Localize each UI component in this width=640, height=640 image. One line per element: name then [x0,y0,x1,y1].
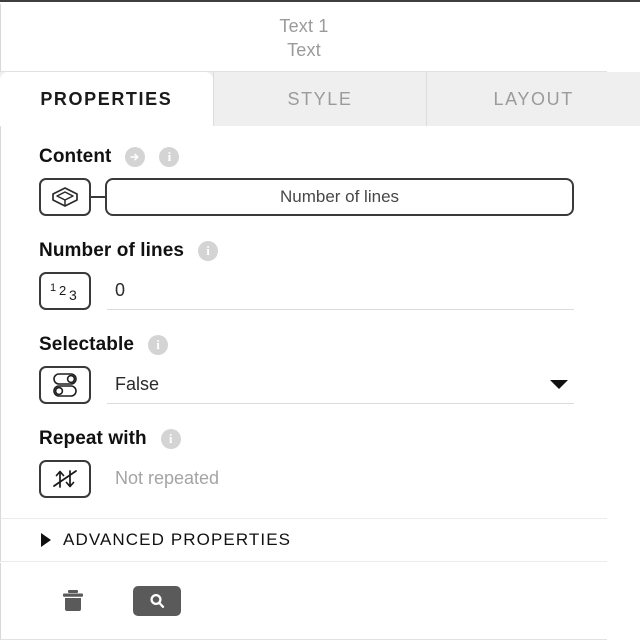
trash-icon [63,590,83,611]
tab-style-label: STYLE [287,88,353,109]
selectable-control-row: False [1,366,607,404]
properties-panel: Text 1 Text PROPERTIES STYLE LAYOUT Cont… [0,0,640,640]
number-of-lines-control-row: 1 2 3 0 [1,272,607,310]
repeat-with-control-row: Not repeated [1,460,607,498]
repeat-with-input[interactable]: Not repeated [107,460,574,498]
no-repeat-icon-button[interactable] [39,460,91,498]
object-cube-icon-button[interactable] [39,178,91,216]
panel-header: Text 1 Text [0,4,607,72]
number-of-lines-value: 0 [115,280,126,300]
search-icon [150,593,165,608]
advanced-properties-section[interactable]: ADVANCED PROPERTIES [0,518,607,562]
chevron-down-icon[interactable] [550,380,568,389]
search-button[interactable] [133,586,181,616]
content-value-field[interactable]: Number of lines [105,178,574,216]
info-icon-glyph: i [168,431,173,446]
info-icon-glyph: i [206,243,210,258]
number-123-icon-button[interactable]: 1 2 3 [39,272,91,310]
selectable-label-row: Selectable i [1,332,607,358]
boolean-toggle-icon-button[interactable] [39,366,91,404]
tab-bar: PROPERTIES STYLE LAYOUT [0,72,640,126]
tab-layout-label: LAYOUT [493,88,574,109]
tab-layout[interactable]: LAYOUT [426,72,640,126]
content-connector-line [91,196,105,198]
digit-3: 3 [69,287,77,303]
selectable-dropdown[interactable]: False [107,366,574,404]
digit-1: 1 [50,282,56,294]
number-123-icon: 1 2 3 [50,282,77,303]
number-of-lines-input[interactable]: 0 [107,272,574,310]
content-value: Number of lines [279,187,400,206]
content-label-row: Content i [1,144,607,170]
delete-button[interactable] [49,585,97,617]
page-subtitle: Text [287,39,321,60]
info-icon[interactable]: i [160,429,181,449]
content-control-row: Number of lines [1,178,607,216]
info-icon[interactable]: i [159,147,180,167]
content-label: Content [39,146,112,167]
number-of-lines-label-row: Number of lines i [1,238,607,264]
tab-properties-label: PROPERTIES [40,88,173,109]
triangle-right-icon[interactable] [41,533,51,547]
advanced-properties-label: ADVANCED PROPERTIES [63,530,292,549]
info-icon-glyph: i [156,337,160,352]
properties-form: Content i Number of lines Number of line… [0,126,607,518]
object-cube-icon [52,187,78,207]
selectable-label: Selectable [39,334,134,355]
repeat-with-label: Repeat with [39,428,147,449]
selectable-value: False [115,374,160,394]
no-repeat-icon [53,470,77,488]
info-icon-glyph: i [167,149,172,164]
info-icon[interactable]: i [148,335,168,355]
tab-style[interactable]: STYLE [212,72,427,126]
repeat-with-label-row: Repeat with i [1,426,607,452]
boolean-toggle-icon [53,373,77,397]
panel-footer [0,563,607,640]
page-title: Text 1 [279,15,329,36]
info-icon[interactable]: i [198,241,219,261]
digit-2: 2 [59,283,66,298]
number-of-lines-label: Number of lines [39,240,185,261]
arrow-right-circle-icon[interactable] [125,147,146,167]
tab-properties[interactable]: PROPERTIES [0,72,213,126]
repeat-with-value: Not repeated [115,468,220,488]
